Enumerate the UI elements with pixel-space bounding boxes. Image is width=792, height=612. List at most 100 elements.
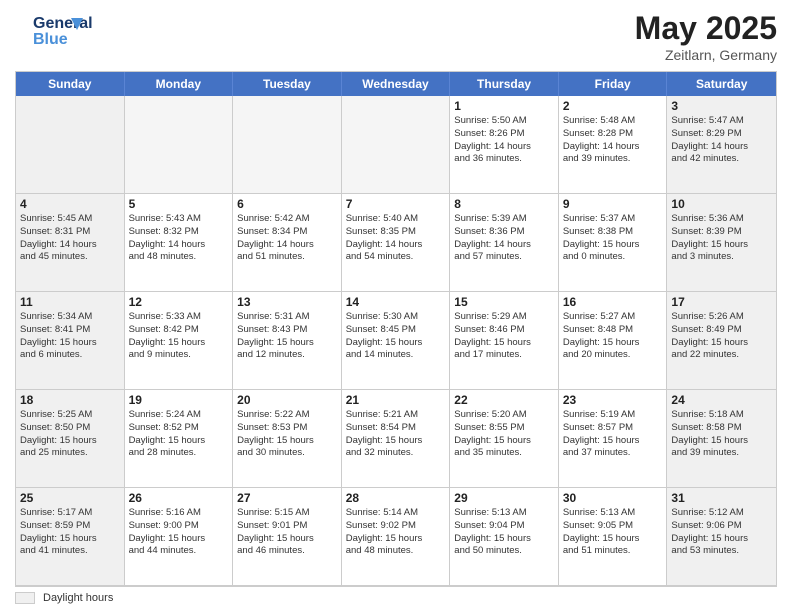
day-info: Sunrise: 5:31 AM Sunset: 8:43 PM Dayligh…: [237, 311, 337, 362]
day-info: Sunrise: 5:33 AM Sunset: 8:42 PM Dayligh…: [129, 311, 229, 362]
day-info: Sunrise: 5:12 AM Sunset: 9:06 PM Dayligh…: [671, 507, 772, 558]
cal-cell: [16, 96, 125, 194]
day-number: 13: [237, 295, 337, 309]
day-number: 16: [563, 295, 663, 309]
weekday-header-saturday: Saturday: [667, 72, 776, 96]
day-info: Sunrise: 5:48 AM Sunset: 8:28 PM Dayligh…: [563, 115, 663, 166]
cal-cell: 10 Sunrise: 5:36 AM Sunset: 8:39 PM Dayli…: [667, 194, 776, 292]
day-info: Sunrise: 5:20 AM Sunset: 8:55 PM Dayligh…: [454, 409, 554, 460]
cal-cell: 4 Sunrise: 5:45 AM Sunset: 8:31 PM Daylig…: [16, 194, 125, 292]
cal-cell: 22Sunrise: 5:20 AM Sunset: 8:55 PM Dayli…: [450, 390, 559, 488]
day-info: Sunrise: 5:36 AM Sunset: 8:39 PM Dayligh…: [671, 213, 772, 264]
day-info: Sunrise: 5:19 AM Sunset: 8:57 PM Dayligh…: [563, 409, 663, 460]
day-info: Sunrise: 5:21 AM Sunset: 8:54 PM Dayligh…: [346, 409, 446, 460]
day-info: Sunrise: 5:14 AM Sunset: 9:02 PM Dayligh…: [346, 507, 446, 558]
day-number: 17: [671, 295, 772, 309]
page: General Blue May 2025 Zeitlarn, Germany …: [0, 0, 792, 612]
day-number: 23: [563, 393, 663, 407]
day-number: 9: [563, 197, 663, 211]
weekday-header-thursday: Thursday: [450, 72, 559, 96]
day-info: Sunrise: 5:13 AM Sunset: 9:05 PM Dayligh…: [563, 507, 663, 558]
day-number: 25: [20, 491, 120, 505]
day-info: Sunrise: 5:39 AM Sunset: 8:36 PM Dayligh…: [454, 213, 554, 264]
cal-cell: 16 Sunrise: 5:27 AM Sunset: 8:48 PM Dayli…: [559, 292, 668, 390]
month-title: May 2025: [635, 10, 777, 47]
day-number: 4: [20, 197, 120, 211]
cal-cell: 14 Sunrise: 5:30 AM Sunset: 8:45 PM Dayli…: [342, 292, 451, 390]
cal-cell: 29Sunrise: 5:13 AM Sunset: 9:04 PM Dayli…: [450, 488, 559, 586]
day-info: Sunrise: 5:29 AM Sunset: 8:46 PM Dayligh…: [454, 311, 554, 362]
cal-cell: 24Sunrise: 5:18 AM Sunset: 8:58 PM Dayli…: [667, 390, 776, 488]
cal-cell: [125, 96, 234, 194]
day-number: 18: [20, 393, 120, 407]
cal-cell: 12 Sunrise: 5:33 AM Sunset: 8:42 PM Dayli…: [125, 292, 234, 390]
day-info: Sunrise: 5:17 AM Sunset: 8:59 PM Dayligh…: [20, 507, 120, 558]
cal-cell: 3 Sunrise: 5:47 AM Sunset: 8:29 PM Daylig…: [667, 96, 776, 194]
day-info: Sunrise: 5:26 AM Sunset: 8:49 PM Dayligh…: [671, 311, 772, 362]
day-info: Sunrise: 5:50 AM Sunset: 8:26 PM Dayligh…: [454, 115, 554, 166]
cal-cell: 7 Sunrise: 5:40 AM Sunset: 8:35 PM Daylig…: [342, 194, 451, 292]
logo: General Blue: [15, 10, 98, 55]
title-block: May 2025 Zeitlarn, Germany: [635, 10, 777, 63]
legend: Daylight hours: [15, 592, 777, 604]
day-info: Sunrise: 5:43 AM Sunset: 8:32 PM Dayligh…: [129, 213, 229, 264]
day-number: 29: [454, 491, 554, 505]
day-number: 3: [671, 99, 772, 113]
cal-cell: [233, 96, 342, 194]
day-info: Sunrise: 5:27 AM Sunset: 8:48 PM Dayligh…: [563, 311, 663, 362]
day-number: 1: [454, 99, 554, 113]
legend-box: [15, 592, 35, 604]
day-number: 30: [563, 491, 663, 505]
cal-cell: [342, 96, 451, 194]
day-number: 19: [129, 393, 229, 407]
cal-cell: 5 Sunrise: 5:43 AM Sunset: 8:32 PM Daylig…: [125, 194, 234, 292]
cal-cell: 6 Sunrise: 5:42 AM Sunset: 8:34 PM Daylig…: [233, 194, 342, 292]
cal-cell: 28 Sunrise: 5:14 AM Sunset: 9:02 PM Dayli…: [342, 488, 451, 586]
day-info: Sunrise: 5:42 AM Sunset: 8:34 PM Dayligh…: [237, 213, 337, 264]
logo-icon: General Blue: [18, 10, 98, 50]
day-number: 2: [563, 99, 663, 113]
cal-cell: 27Sunrise: 5:15 AM Sunset: 9:01 PM Dayli…: [233, 488, 342, 586]
cal-cell: 20Sunrise: 5:22 AM Sunset: 8:53 PM Dayli…: [233, 390, 342, 488]
day-number: 6: [237, 197, 337, 211]
day-info: Sunrise: 5:37 AM Sunset: 8:38 PM Dayligh…: [563, 213, 663, 264]
day-number: 7: [346, 197, 446, 211]
day-info: Sunrise: 5:22 AM Sunset: 8:53 PM Dayligh…: [237, 409, 337, 460]
day-info: Sunrise: 5:16 AM Sunset: 9:00 PM Dayligh…: [129, 507, 229, 558]
svg-text:Blue: Blue: [33, 31, 68, 48]
cal-cell: 15 Sunrise: 5:29 AM Sunset: 8:46 PM Dayli…: [450, 292, 559, 390]
day-info: Sunrise: 5:47 AM Sunset: 8:29 PM Dayligh…: [671, 115, 772, 166]
header: General Blue May 2025 Zeitlarn, Germany: [15, 10, 777, 63]
legend-label: Daylight hours: [43, 592, 113, 604]
day-info: Sunrise: 5:34 AM Sunset: 8:41 PM Dayligh…: [20, 311, 120, 362]
day-info: Sunrise: 5:45 AM Sunset: 8:31 PM Dayligh…: [20, 213, 120, 264]
day-number: 27: [237, 491, 337, 505]
day-number: 11: [20, 295, 120, 309]
day-number: 31: [671, 491, 772, 505]
cal-cell: 13 Sunrise: 5:31 AM Sunset: 8:43 PM Dayli…: [233, 292, 342, 390]
weekday-header-friday: Friday: [559, 72, 668, 96]
day-number: 28: [346, 491, 446, 505]
day-info: Sunrise: 5:25 AM Sunset: 8:50 PM Dayligh…: [20, 409, 120, 460]
cal-cell: 26Sunrise: 5:16 AM Sunset: 9:00 PM Dayli…: [125, 488, 234, 586]
cal-cell: 18 Sunrise: 5:25 AM Sunset: 8:50 PM Dayli…: [16, 390, 125, 488]
day-number: 15: [454, 295, 554, 309]
weekday-header-monday: Monday: [125, 72, 234, 96]
day-number: 10: [671, 197, 772, 211]
cal-cell: 23 Sunrise: 5:19 AM Sunset: 8:57 PM Dayli…: [559, 390, 668, 488]
cal-cell: 9 Sunrise: 5:37 AM Sunset: 8:38 PM Daylig…: [559, 194, 668, 292]
cal-cell: 19 Sunrise: 5:24 AM Sunset: 8:52 PM Dayli…: [125, 390, 234, 488]
day-info: Sunrise: 5:30 AM Sunset: 8:45 PM Dayligh…: [346, 311, 446, 362]
day-number: 14: [346, 295, 446, 309]
cal-cell: 31 Sunrise: 5:12 AM Sunset: 9:06 PM Dayli…: [667, 488, 776, 586]
day-number: 12: [129, 295, 229, 309]
calendar: SundayMondayTuesdayWednesdayThursdayFrid…: [15, 71, 777, 587]
cal-cell: 8 Sunrise: 5:39 AM Sunset: 8:36 PM Daylig…: [450, 194, 559, 292]
cal-cell: 2 Sunrise: 5:48 AM Sunset: 8:28 PM Daylig…: [559, 96, 668, 194]
day-number: 8: [454, 197, 554, 211]
day-number: 5: [129, 197, 229, 211]
cal-cell: 1 Sunrise: 5:50 AM Sunset: 8:26 PM Daylig…: [450, 96, 559, 194]
day-info: Sunrise: 5:40 AM Sunset: 8:35 PM Dayligh…: [346, 213, 446, 264]
weekday-header-wednesday: Wednesday: [342, 72, 451, 96]
day-info: Sunrise: 5:24 AM Sunset: 8:52 PM Dayligh…: [129, 409, 229, 460]
